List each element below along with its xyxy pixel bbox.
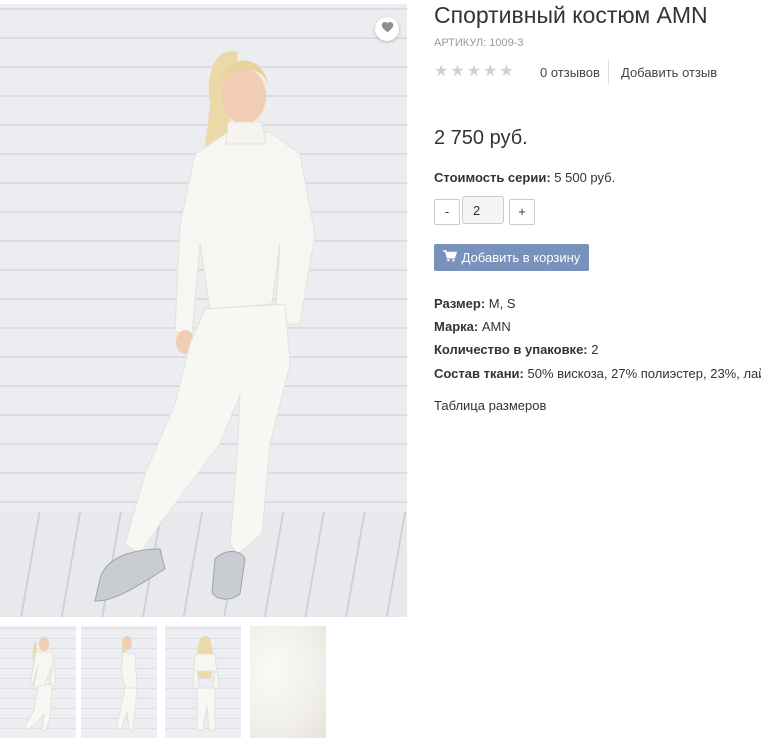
rating-stars[interactable]: ★ ★ ★ ★ ★ [434, 63, 514, 81]
spec-label: Количество в упаковке: [434, 342, 588, 357]
model-illustration [94, 51, 316, 602]
thumbnail-model-back [192, 636, 220, 731]
quantity-input[interactable] [462, 196, 504, 224]
size-table-link[interactable]: Таблица размеров [434, 398, 546, 413]
spec-value: 50% вискоза, 27% полиэстер, 23%, лайкра [527, 366, 761, 381]
thumbnail-model-side [116, 636, 138, 731]
spec-label: Марка: [434, 319, 479, 334]
spec-value: M, S [488, 296, 516, 311]
spec-fabric: Состав ткани: 50% вискоза, 27% полиэстер… [434, 366, 761, 381]
cart-icon [442, 250, 457, 265]
rating-divider [608, 60, 609, 84]
star-icon[interactable]: ★ [450, 63, 464, 81]
star-icon[interactable]: ★ [499, 63, 513, 81]
thumbnail-2[interactable] [81, 626, 157, 738]
quantity-increase-button[interactable]: + [509, 199, 535, 225]
thumbnail-3[interactable] [165, 626, 241, 738]
reviews-count-link[interactable]: 0 отзывов [540, 65, 600, 80]
heart-icon [381, 20, 394, 38]
main-product-photo[interactable] [0, 4, 407, 617]
star-icon[interactable]: ★ [483, 63, 497, 81]
add-review-link[interactable]: Добавить отзыв [621, 65, 717, 80]
spec-brand: Марка: AMN [434, 319, 511, 334]
favorite-button[interactable] [375, 17, 399, 41]
add-to-cart-label: Добавить в корзину [461, 250, 581, 265]
thumbnail-1[interactable] [0, 626, 76, 738]
thumbnail-model-front [24, 637, 57, 732]
star-icon[interactable]: ★ [434, 63, 448, 81]
spec-label: Состав ткани: [434, 366, 524, 381]
spec-size: Размер: M, S [434, 296, 516, 311]
spec-label: Размер: [434, 296, 486, 311]
add-to-cart-button[interactable]: Добавить в корзину [434, 244, 589, 271]
thumbnail-4-fabric[interactable] [250, 626, 326, 738]
product-title: Спортивный костюм AMN [434, 2, 708, 28]
series-cost-label: Стоимость серии: [434, 170, 551, 185]
spec-value: AMN [481, 319, 511, 334]
spec-pack-quantity: Количество в упаковке: 2 [434, 342, 599, 357]
product-price: 2 750 руб. [434, 127, 528, 149]
product-sku: АРТИКУЛ: 1009-3 [434, 37, 524, 49]
spec-value: 2 [591, 342, 599, 357]
series-cost: Стоимость серии: 5 500 руб. [434, 170, 615, 185]
star-icon[interactable]: ★ [467, 63, 481, 81]
quantity-decrease-button[interactable]: - [434, 199, 460, 225]
series-cost-value: 5 500 руб. [554, 170, 616, 185]
